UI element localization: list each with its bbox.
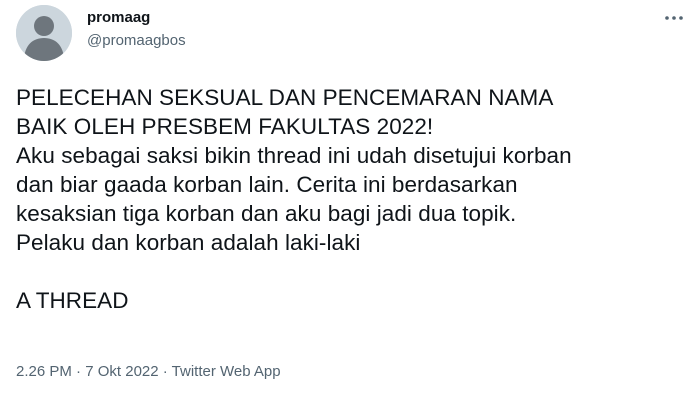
tweet-source[interactable]: Twitter Web App [172,363,281,380]
meta-separator: · [158,363,172,380]
tweet-text-line: Aku sebagai saksi bikin thread ini udah … [16,143,572,168]
tweet-text: PELECEHAN SEKSUAL DAN PENCEMARAN NAMA BA… [16,83,686,315]
tweet-text-line: dan biar gaada korban lain. Cerita ini b… [16,172,518,197]
user-handle[interactable]: @promaagbos [87,31,186,51]
tweet-metadata: 2.26 PM · 7 Okt 2022 · Twitter Web App [16,362,281,382]
tweet-text-footer: A THREAD [16,288,129,313]
tweet-text-line: BAIK OLEH PRESBEM FAKULTAS 2022! [16,114,434,139]
default-avatar-icon [16,5,72,61]
author-info: promaag @promaagbos [87,8,186,51]
tweet-time[interactable]: 2.26 PM [16,363,72,380]
tweet-text-line: kesaksian tiga korban dan aku bagi jadi … [16,201,517,226]
more-horizontal-icon [665,16,683,20]
tweet-text-line: Pelaku dan korban adalah laki-laki [16,230,361,255]
meta-separator: · [71,363,86,380]
display-name[interactable]: promaag [87,8,186,28]
avatar[interactable] [16,5,72,61]
tweet-card: promaag @promaagbos PELECEHAN SEKSUAL DA… [0,0,700,400]
tweet-text-line: PELECEHAN SEKSUAL DAN PENCEMARAN NAMA [16,85,554,110]
tweet-date[interactable]: 7 Okt 2022 [85,363,158,380]
more-options-button[interactable] [662,8,686,28]
